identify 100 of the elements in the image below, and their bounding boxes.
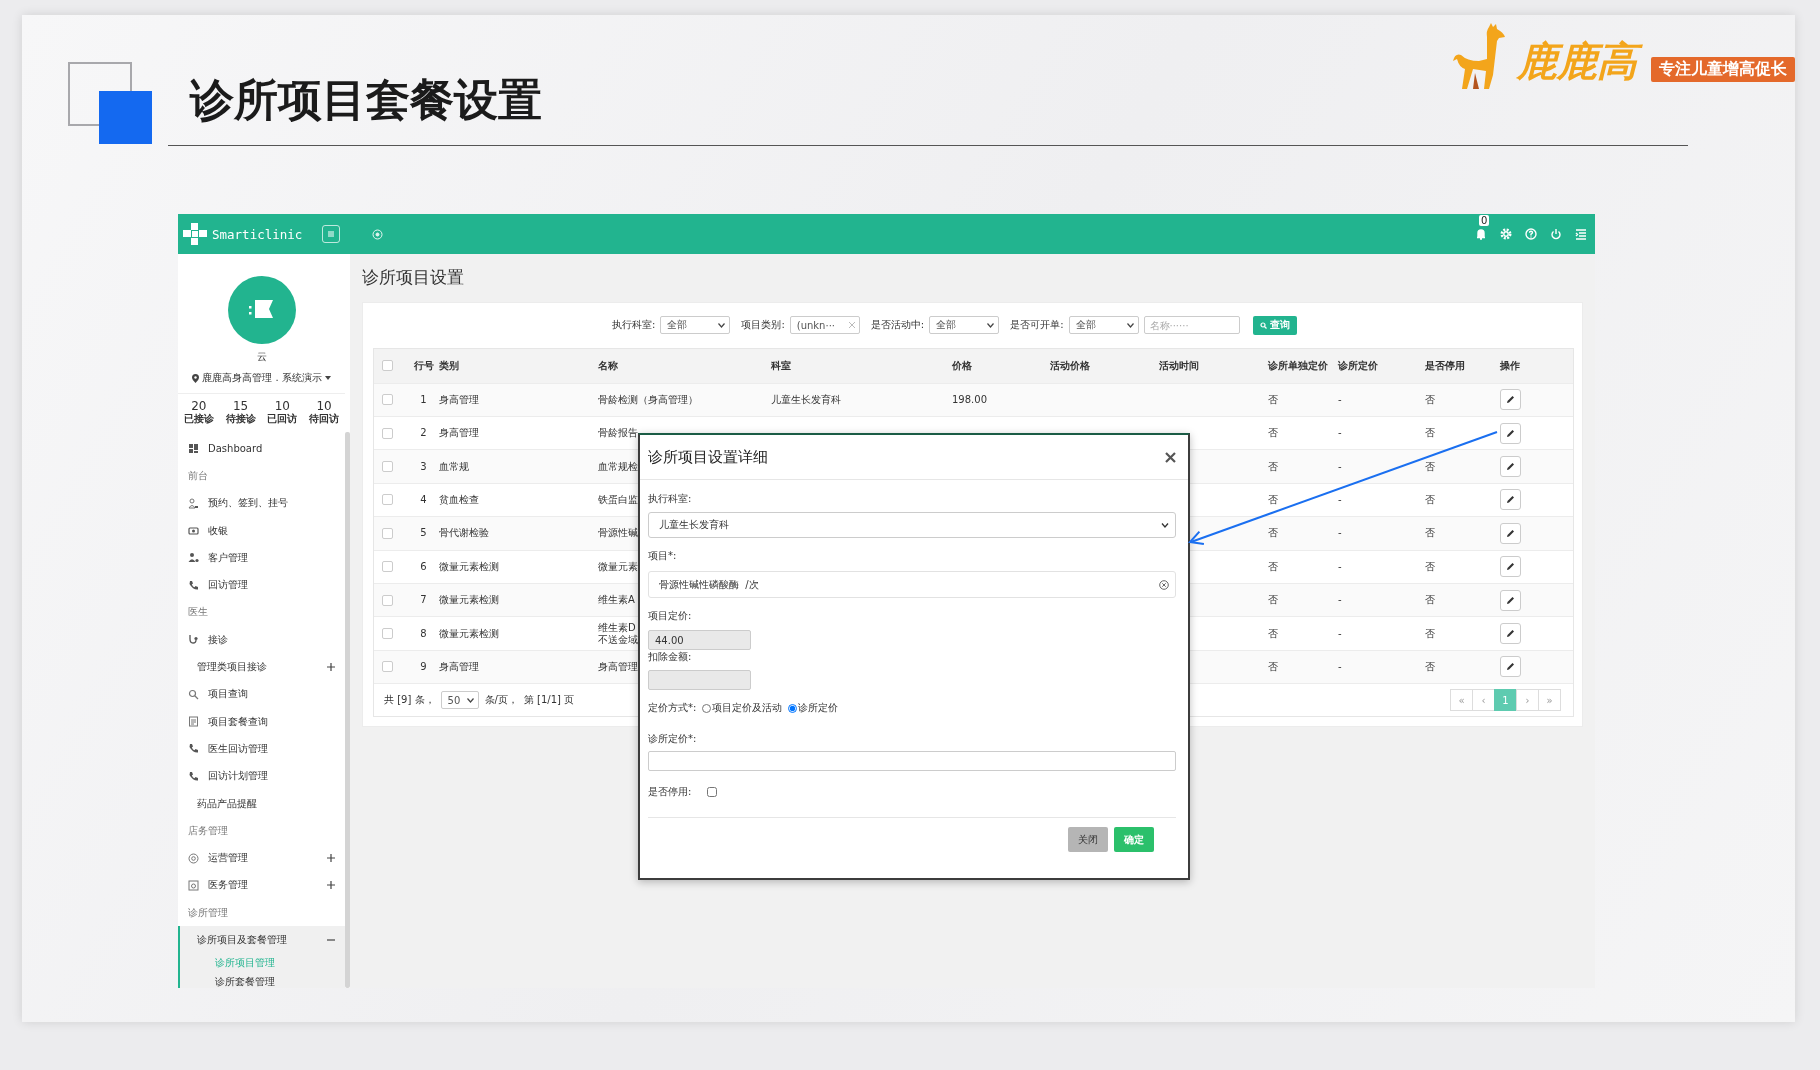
field-label: 执行科室: (648, 493, 692, 504)
checkbox[interactable] (382, 594, 393, 606)
checkbox[interactable] (382, 394, 393, 406)
pencil-icon (1506, 462, 1515, 472)
edit-button[interactable] (1500, 589, 1521, 611)
page-size-select[interactable]: 50 (440, 691, 479, 710)
filter-select[interactable]: 全部 (660, 316, 731, 334)
menu-item[interactable]: 药品产品提醒 (178, 789, 345, 818)
scrollbar[interactable] (345, 432, 350, 988)
department-select[interactable]: 儿童生长发育科 (648, 512, 1176, 538)
remove-icon[interactable] (848, 322, 855, 328)
per-page-label: 条/页， (484, 693, 518, 708)
edit-button[interactable] (1500, 456, 1521, 478)
menu-group[interactable]: 管理类项目接诊 (197, 660, 267, 674)
menu-item[interactable]: 收银 (178, 516, 345, 545)
caret-icon (718, 322, 726, 328)
total-count: 共 [9] 条， (384, 693, 435, 708)
person-icon (188, 497, 199, 509)
edit-button[interactable] (1500, 489, 1521, 511)
menu-button[interactable] (322, 225, 341, 243)
section-label: 店务管理 (188, 823, 228, 838)
edit-button[interactable] (1500, 623, 1521, 644)
name-search-field[interactable]: 名称······ (1143, 316, 1240, 334)
menu-item[interactable]: 医生回访管理 (178, 735, 345, 763)
power-icon[interactable] (1550, 228, 1562, 240)
table-cell: 身高管理 (439, 427, 479, 439)
close-button[interactable]: 关闭 (1068, 827, 1108, 852)
ring-icon (188, 852, 199, 864)
settings-icon[interactable] (1500, 228, 1512, 240)
target-icon[interactable] (372, 228, 384, 240)
table-cell: 6 (420, 560, 427, 572)
clear-icon[interactable] (1159, 579, 1169, 590)
checkbox[interactable] (707, 787, 718, 797)
help-icon[interactable] (1525, 228, 1537, 240)
table-cell: 骨源性碱 (598, 527, 638, 539)
column-header: 行号 (413, 359, 434, 371)
stat-value: 20 (191, 400, 207, 413)
section-label: 诊所管理 (188, 905, 228, 920)
table-cell: - (1338, 594, 1342, 606)
checkbox[interactable] (382, 360, 393, 372)
checkbox[interactable] (382, 661, 393, 673)
caret-icon (1161, 522, 1169, 528)
minus-icon[interactable] (327, 936, 335, 944)
menu-group[interactable]: 运营管理 (208, 851, 248, 866)
edit-button[interactable] (1500, 422, 1521, 444)
stethoscope-icon (188, 634, 199, 646)
menu-item[interactable]: 客户管理 (178, 544, 345, 572)
menu-item[interactable]: Dashboard (178, 435, 345, 463)
pencil-icon (1506, 395, 1515, 405)
filter-select[interactable]: 全部 (929, 316, 1000, 334)
menu-item[interactable]: 回访管理 (178, 571, 345, 599)
menu-item[interactable]: 回访计划管理 (178, 762, 345, 790)
table-cell: 否 (1268, 560, 1278, 572)
grid-icon (188, 443, 199, 455)
table-cell: 骨龄检测（身高管理） (598, 393, 698, 405)
checkbox[interactable] (382, 494, 393, 506)
plus-icon[interactable] (327, 663, 335, 671)
table-cell: 7 (420, 594, 427, 606)
checkbox[interactable] (382, 427, 393, 439)
stat-value: 10 (316, 400, 332, 413)
menu-icon[interactable] (1575, 228, 1587, 240)
edit-button[interactable] (1500, 556, 1521, 578)
checkbox[interactable] (382, 628, 393, 639)
edit-button[interactable] (1500, 389, 1521, 411)
table-cell: 否 (1425, 560, 1435, 572)
caret-icon[interactable] (324, 376, 331, 380)
clinic-price-field[interactable] (648, 751, 1176, 771)
stat-label: 待回访 (309, 413, 340, 425)
menu-item[interactable]: 接诊 (178, 626, 345, 654)
item-field[interactable]: 骨源性碱性磷酸酶 /次 (648, 571, 1176, 598)
close-icon[interactable] (1165, 451, 1176, 463)
plus-icon[interactable] (327, 854, 335, 863)
checkbox[interactable] (382, 561, 393, 573)
radio-button[interactable] (788, 703, 798, 713)
caret-icon (1126, 322, 1134, 328)
user-icon (188, 552, 199, 564)
edit-button[interactable] (1500, 522, 1521, 544)
table-cell: 否 (1425, 660, 1435, 672)
filter-select[interactable]: 全部 (1068, 316, 1139, 334)
radio-button[interactable] (702, 703, 712, 713)
checkbox[interactable] (382, 461, 393, 473)
plus-icon[interactable] (327, 881, 335, 890)
menu-item[interactable]: 项目套餐查询 (178, 707, 345, 736)
clinic-selector[interactable]: 鹿鹿高身高管理 . 系统演示 (202, 371, 322, 385)
menu-item[interactable]: 项目查询 (178, 680, 345, 708)
column-header: 活动时间 (1159, 359, 1199, 371)
field-label: 扣除金额: (648, 651, 692, 662)
brand-logo-icon (183, 223, 207, 245)
checkbox[interactable] (382, 527, 393, 539)
menu-group[interactable]: 医务管理 (208, 878, 248, 893)
edit-button[interactable] (1500, 656, 1521, 678)
filter-field[interactable]: (unkn··· (789, 316, 860, 334)
menu-group[interactable]: 诊所项目及套餐管理 (197, 933, 287, 947)
table-cell: 198.00 (952, 393, 987, 405)
section-label: 前台 (188, 468, 208, 483)
submenu-item[interactable]: 诊所套餐管理 (180, 972, 275, 988)
menu-item[interactable]: 预约、签到、挂号 (178, 489, 345, 517)
column-header: 名称 (598, 359, 618, 371)
notification-badge: 0 (1479, 215, 1490, 226)
bell-icon[interactable] (1475, 228, 1487, 240)
